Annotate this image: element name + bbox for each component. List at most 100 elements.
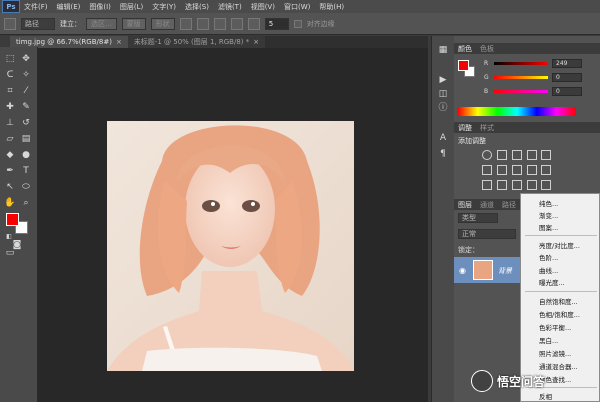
brightness-icon[interactable] <box>482 150 492 160</box>
dodge-tool-icon[interactable]: ● <box>20 149 32 161</box>
menu-edit[interactable]: 编辑(E) <box>57 2 81 12</box>
threshold-icon[interactable] <box>512 180 522 190</box>
eraser-tool-icon[interactable]: ▱ <box>4 133 16 145</box>
path-ops-icon[interactable] <box>179 17 192 30</box>
zoom-tool-icon[interactable]: ⌕ <box>20 197 32 209</box>
gradient-tool-icon[interactable]: ▤ <box>20 133 32 145</box>
history-brush-icon[interactable]: ↺ <box>20 117 32 129</box>
info-panel-icon[interactable]: ⓘ <box>437 100 449 113</box>
character-panel-icon[interactable]: A <box>437 132 449 144</box>
close-icon[interactable]: × <box>116 38 122 46</box>
menu-select[interactable]: 选择(S) <box>185 2 209 12</box>
channel-g-input[interactable]: 0 <box>552 73 582 82</box>
move-tool-icon[interactable]: ✥ <box>20 53 32 65</box>
magic-wand-icon[interactable]: ✧ <box>20 69 32 81</box>
tab-adjustments[interactable]: 调整 <box>458 123 472 133</box>
shape-button[interactable]: 形状 <box>150 17 175 30</box>
menu-item-curves[interactable]: 曲线... <box>539 265 558 275</box>
pen-tool-icon[interactable]: ✒ <box>4 165 16 177</box>
color-balance-icon[interactable] <box>497 165 507 175</box>
corner-radius-icon[interactable] <box>247 17 260 30</box>
menu-item-brightness-contrast[interactable]: 亮度/对比度... <box>539 240 580 250</box>
gear-icon[interactable] <box>230 17 243 30</box>
properties-panel-icon[interactable]: ◫ <box>437 88 449 100</box>
invert-icon[interactable] <box>482 180 492 190</box>
paragraph-panel-icon[interactable]: ¶ <box>437 148 449 160</box>
align-edges-checkbox[interactable] <box>293 19 302 28</box>
screen-mode-icon[interactable]: ▭ <box>4 247 16 259</box>
crop-tool-icon[interactable]: ⌗ <box>4 85 16 97</box>
color-spectrum[interactable] <box>458 107 576 116</box>
menu-item-photo-filter[interactable]: 照片滤镜... <box>539 348 571 358</box>
photo-filter-icon[interactable] <box>527 165 537 175</box>
blur-tool-icon[interactable]: ◆ <box>4 149 16 161</box>
blend-mode-select[interactable]: 正常 <box>458 229 516 239</box>
actions-panel-icon[interactable]: ▶ <box>437 74 449 86</box>
menu-filter[interactable]: 滤镜(T) <box>218 2 242 12</box>
exposure-icon[interactable] <box>527 150 537 160</box>
channel-r-input[interactable]: 249 <box>552 59 582 68</box>
lasso-tool-icon[interactable]: ᑕ <box>4 69 16 81</box>
mask-button[interactable]: 蒙版 <box>121 17 146 30</box>
menu-item-gradient[interactable]: 渐变... <box>539 210 558 220</box>
curves-icon[interactable] <box>512 150 522 160</box>
black-white-icon[interactable] <box>512 165 522 175</box>
channel-b-slider[interactable] <box>494 90 548 93</box>
tab-channels[interactable]: 通道 <box>480 200 494 210</box>
menu-item-hue-saturation[interactable]: 色相/饱和度... <box>539 309 580 319</box>
tab-layers[interactable]: 图层 <box>458 200 472 210</box>
menu-view[interactable]: 视图(V) <box>251 2 275 12</box>
shape-tool-icon[interactable]: ⬭ <box>20 181 32 193</box>
layer-row-background[interactable]: ◉ 背景 <box>454 257 522 283</box>
tab-paths[interactable]: 路径 <box>502 200 516 210</box>
menu-item-vibrance[interactable]: 自然饱和度... <box>539 296 578 306</box>
channel-r-slider[interactable] <box>494 62 548 65</box>
path-align-icon[interactable] <box>196 17 209 30</box>
tab-swatches[interactable]: 色板 <box>480 44 494 54</box>
menu-item-color-balance[interactable]: 色彩平衡... <box>539 322 571 332</box>
menu-image[interactable]: 图像(I) <box>89 2 111 12</box>
layer-kind-filter[interactable]: 类型 <box>458 213 498 223</box>
foreground-color-swatch[interactable] <box>6 213 19 226</box>
tab-styles[interactable]: 样式 <box>480 123 494 133</box>
close-icon[interactable]: × <box>253 38 259 46</box>
corner-value-input[interactable]: 5 <box>264 17 289 30</box>
menu-item-levels[interactable]: 色阶... <box>539 252 558 262</box>
menu-layer[interactable]: 图层(L) <box>120 2 143 12</box>
eyedropper-icon[interactable]: ⁄ <box>20 85 32 97</box>
posterize-icon[interactable] <box>497 180 507 190</box>
clone-stamp-icon[interactable]: ⊥ <box>4 117 16 129</box>
menu-item-black-white[interactable]: 黑白... <box>539 335 558 345</box>
menu-type[interactable]: 文字(Y) <box>152 2 176 12</box>
tab-untitled[interactable]: 未标题-1 @ 50% (图层 1, RGB/8) * × <box>127 36 266 48</box>
hue-saturation-icon[interactable] <box>482 165 492 175</box>
menu-file[interactable]: 文件(F) <box>24 2 48 12</box>
selection-button[interactable]: 选区... <box>86 17 117 30</box>
hand-tool-icon[interactable]: ✋ <box>4 197 16 209</box>
channel-b-input[interactable]: 0 <box>552 87 582 96</box>
color-panel-foreground[interactable] <box>458 60 469 71</box>
tab-color[interactable]: 颜色 <box>458 44 472 54</box>
marquee-tool-icon[interactable]: ⬚ <box>4 53 16 65</box>
path-select-icon[interactable]: ↖ <box>4 181 16 193</box>
vibrance-icon[interactable] <box>541 150 551 160</box>
document-canvas[interactable] <box>107 121 354 371</box>
brush-tool-icon[interactable]: ✎ <box>20 101 32 113</box>
menu-window[interactable]: 窗口(W) <box>284 2 310 12</box>
history-panel-icon[interactable]: ▦ <box>437 44 449 56</box>
path-arrange-icon[interactable] <box>213 17 226 30</box>
selective-color-icon[interactable] <box>541 180 551 190</box>
healing-brush-icon[interactable]: ✚ <box>4 101 16 113</box>
type-tool-icon[interactable]: T <box>20 165 32 177</box>
menu-item-solid-color[interactable]: 纯色... <box>539 198 558 208</box>
menu-help[interactable]: 帮助(H) <box>319 2 344 12</box>
channel-g-slider[interactable] <box>494 76 548 79</box>
levels-icon[interactable] <box>497 150 507 160</box>
path-mode-select[interactable]: 路径 <box>21 17 55 30</box>
menu-item-pattern[interactable]: 图案... <box>539 222 558 232</box>
channel-mixer-icon[interactable] <box>541 165 551 175</box>
menu-item-exposure[interactable]: 曝光度... <box>539 277 565 287</box>
eye-icon[interactable]: ◉ <box>459 266 466 275</box>
gradient-map-icon[interactable] <box>527 180 537 190</box>
tool-preset-icon[interactable] <box>4 17 16 30</box>
